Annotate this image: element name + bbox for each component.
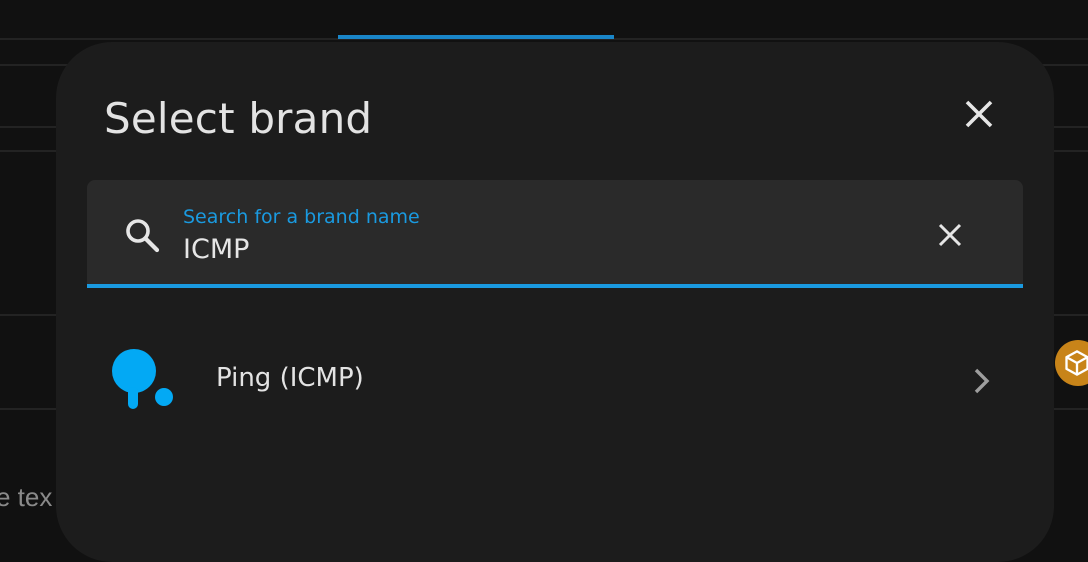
- select-brand-dialog: Select brand Search for a brand name Pin…: [56, 42, 1054, 562]
- ping-pong-icon: [112, 349, 173, 409]
- brand-search-field[interactable]: Search for a brand name: [87, 180, 1023, 288]
- clear-search-button[interactable]: [933, 218, 967, 252]
- clear-icon: [938, 223, 962, 247]
- active-tab-indicator: [338, 35, 614, 39]
- search-label: Search for a brand name: [183, 206, 420, 228]
- package-icon: [1065, 350, 1088, 376]
- chevron-right-icon: [974, 368, 990, 394]
- close-icon: [965, 100, 993, 128]
- brand-list-item[interactable]: Ping (ICMP): [56, 327, 1054, 433]
- search-input[interactable]: [183, 234, 883, 265]
- close-button[interactable]: [959, 94, 999, 134]
- package-badge[interactable]: [1055, 340, 1088, 386]
- background-text: e tex: [0, 482, 53, 512]
- dialog-title: Select brand: [104, 94, 373, 143]
- search-icon: [126, 219, 160, 253]
- brand-name: Ping (ICMP): [216, 363, 364, 393]
